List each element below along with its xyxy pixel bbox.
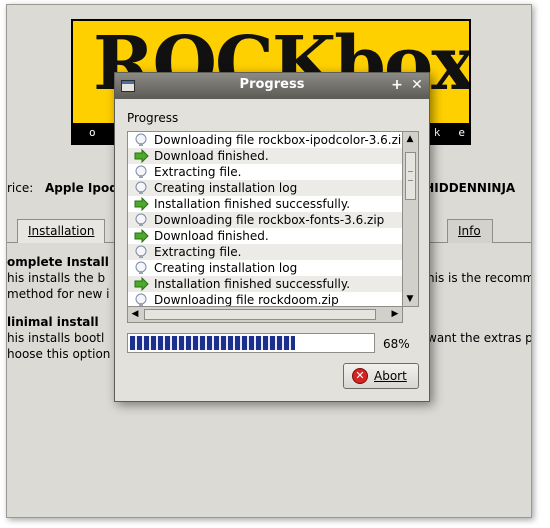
log-item-text: Downloading file rockdoom.zip — [154, 293, 339, 307]
progress-percent: 68% — [383, 337, 410, 351]
log-item-text: Download finished. — [154, 149, 269, 163]
tab-installation[interactable]: Installation — [17, 219, 105, 243]
log-item-text: Downloading file rockbox-fonts-3.6.zip — [154, 213, 385, 227]
scroll-right-icon[interactable]: ▶ — [388, 307, 402, 321]
log-item[interactable]: Downloading file rockdoom.zip — [128, 292, 402, 307]
log-item[interactable]: Creating installation log — [128, 260, 402, 276]
progress-dialog: Progress + ✕ Progress Downloading file r… — [114, 72, 430, 402]
log-item[interactable]: Downloading file rockbox-fonts-3.6.zip — [128, 212, 402, 228]
log-list[interactable]: Downloading file rockbox-ipodcolor-3.6.z… — [127, 131, 403, 307]
scroll-up-icon[interactable]: ▲ — [403, 132, 417, 146]
complete-install-desc-2: method for new i — [7, 287, 110, 301]
minimal-install-desc-1-right: want the extras p — [427, 331, 532, 345]
log-item[interactable]: Installation finished successfully. — [128, 196, 402, 212]
device-value: Apple Ipod — [45, 181, 118, 195]
progress-group-label: Progress — [127, 111, 179, 125]
log-item-text: Installation finished successfully. — [154, 197, 351, 211]
scroll-down-icon[interactable]: ▼ — [403, 292, 417, 306]
info-icon — [134, 245, 149, 259]
abort-label: Abort — [374, 369, 407, 383]
log-item-text: Downloading file rockbox-ipodcolor-3.6.z… — [154, 133, 403, 147]
abort-icon: ✕ — [352, 368, 368, 384]
info-icon — [134, 213, 149, 227]
log-item[interactable]: Download finished. — [128, 228, 402, 244]
abort-button[interactable]: ✕ Abort — [343, 363, 419, 389]
log-item[interactable]: Download finished. — [128, 148, 402, 164]
log-item[interactable]: Extracting file. — [128, 164, 402, 180]
dialog-titlebar[interactable]: Progress + ✕ — [115, 73, 429, 99]
info-icon — [134, 133, 149, 147]
info-icon — [134, 293, 149, 306]
minimal-install-desc-2: hoose this option — [7, 347, 111, 361]
info-icon — [134, 181, 149, 195]
complete-install-desc-1: his installs the b — [7, 271, 106, 285]
device-label: rice: — [7, 181, 34, 195]
info-icon — [134, 165, 149, 179]
scroll-left-icon[interactable]: ◀ — [128, 307, 142, 321]
ok-arrow-icon — [134, 196, 149, 212]
horizontal-scrollbar[interactable]: ◀ ▶ — [127, 307, 403, 323]
log-item-text: Download finished. — [154, 229, 269, 243]
log-item-text: Installation finished successfully. — [154, 277, 351, 291]
minimal-install-desc-1: his installs bootl — [7, 331, 105, 345]
progress-bar — [127, 333, 375, 353]
info-icon — [134, 261, 149, 275]
log-item[interactable]: Installation finished successfully. — [128, 276, 402, 292]
log-item-text: Extracting file. — [154, 245, 242, 259]
dialog-title: Progress — [239, 77, 305, 92]
complete-install-desc-1-right: his is the recomm — [427, 271, 532, 285]
horizontal-scroll-thumb[interactable] — [144, 309, 376, 320]
minimal-install-heading: linimal install — [7, 315, 99, 329]
complete-install-heading: omplete Install — [7, 255, 109, 269]
tab-info[interactable]: Info — [447, 219, 493, 243]
log-item[interactable]: Creating installation log — [128, 180, 402, 196]
vertical-scroll-thumb[interactable] — [405, 152, 416, 200]
log-item-text: Creating installation log — [154, 181, 298, 195]
ok-arrow-icon — [134, 276, 149, 292]
close-icon[interactable]: ✕ — [409, 77, 425, 93]
log-item[interactable]: Downloading file rockbox-ipodcolor-3.6.z… — [128, 132, 402, 148]
ok-arrow-icon — [134, 148, 149, 164]
progress-fill — [130, 336, 295, 350]
log-item-text: Creating installation log — [154, 261, 298, 275]
log-item-text: Extracting file. — [154, 165, 242, 179]
maximize-icon[interactable]: + — [389, 77, 405, 93]
vertical-scrollbar[interactable]: ▲ ▼ — [403, 131, 419, 307]
ok-arrow-icon — [134, 228, 149, 244]
log-item[interactable]: Extracting file. — [128, 244, 402, 260]
